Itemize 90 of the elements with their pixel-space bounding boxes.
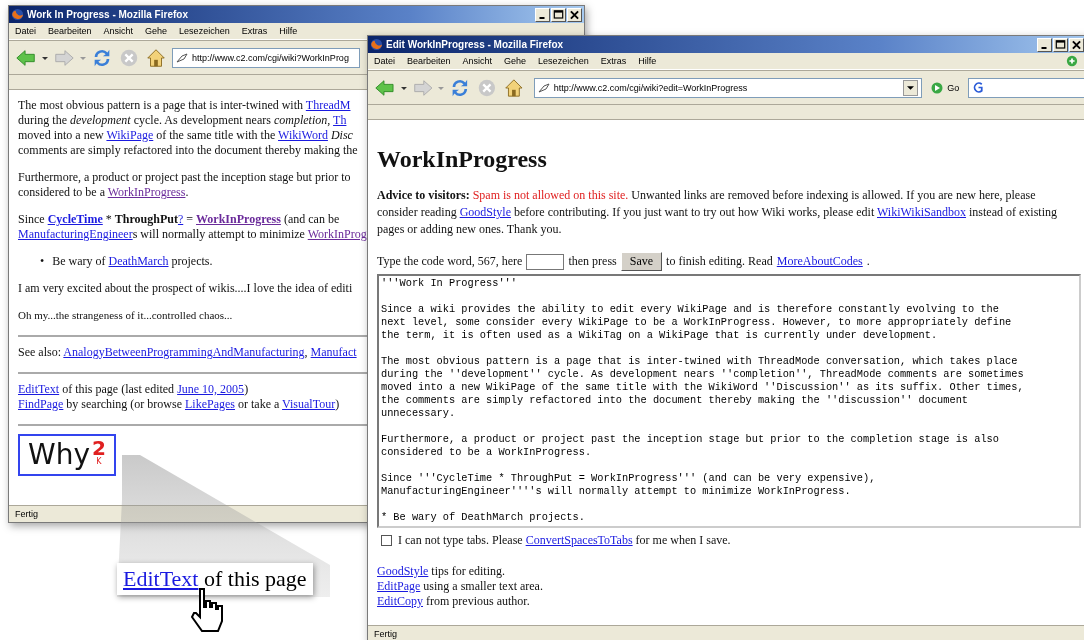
status-text: Fertig [15, 509, 38, 519]
maximize-icon [552, 8, 565, 21]
home-icon[interactable] [502, 76, 525, 99]
close-button[interactable] [567, 7, 582, 22]
menu-item[interactable]: Lesezeichen [179, 26, 230, 36]
link[interactable]: ? [177, 212, 184, 226]
link[interactable]: EditText [18, 382, 60, 396]
link[interactable]: WikiWord [278, 128, 328, 142]
link[interactable]: GoodStyle [459, 205, 511, 219]
menu-item[interactable]: Lesezeichen [538, 56, 589, 66]
close-icon [1070, 38, 1083, 51]
label-text: then press [568, 254, 617, 269]
minimize-icon [1041, 46, 1047, 49]
link[interactable]: EditText [123, 566, 199, 591]
paragraph: Since CycleTime * ThroughPut? = WorkInProgress (and can be ManufacturingEngineers will normally attempt to minimize WorkInProg [18, 212, 367, 242]
go-button[interactable]: Go [927, 81, 964, 94]
minimize-button[interactable] [535, 7, 550, 22]
label-text: to finish editing. Read [666, 254, 773, 269]
link[interactable]: Manufact [310, 345, 357, 359]
search-field[interactable] [968, 77, 1084, 98]
menu-item[interactable]: Extras [600, 56, 627, 66]
link[interactable]: ThreadM [305, 98, 351, 112]
link[interactable]: Th [333, 113, 347, 127]
paragraph: Oh my...the strangeness of it...controlled chaos... [18, 308, 233, 323]
text-area[interactable]: '''Work In Progress''' Since a wiki provides the ability to edit every WikiPage and is therefore constantly evolving to the next level, some consider every WikiPage to be a WorkInProgress. However, to more appropriately define the term, it is often used as a WikiTag on a WikiPage that is currently under development. The most obvious pattern is a page that is inter-twined with ThreadMode conversation, which takes place during the ''development'' cycle. As development nears ''completion'', ThreadMode comments are sometimes moved into a new WikiPage of the same title with the WikiWord ''Discussion'' as its suffix. Other times, the comments are simply refactored into the document thereby making the ''discussion'' document unnecessary. Furthermore, a product or project past the inception stage but prior to the completion stage is also considered to be a WorkInProgress. Since '''CycleTime * ThroughPut = WorkInProgress''' (and can be very expensive), ManufacturingEngineer''''s will normally attempt to minimize WorkInProgress. * Be wary of DeathMarch projects. [377, 274, 1081, 528]
paragraph: I am very excited about the prospect of wikis....I love the idea of editi [18, 281, 353, 296]
link[interactable]: WorkInProgress [196, 212, 281, 226]
paragraph: Furthermore, a product or project past the inception stage but prior to considered to be a WorkInProgress. [18, 170, 351, 200]
plus-icon [1066, 55, 1078, 67]
link[interactable]: EditCopy [377, 594, 423, 608]
link[interactable]: DeathMarch [108, 254, 169, 268]
close-button[interactable] [1069, 37, 1084, 52]
link[interactable]: ConvertSpacesToTabs [525, 533, 633, 547]
minimize-icon [539, 16, 545, 19]
maximize-button[interactable] [551, 7, 566, 22]
save-button[interactable]: Save [620, 252, 663, 271]
menu-item[interactable]: Hilfe [638, 56, 657, 66]
maximize-button[interactable] [1053, 37, 1068, 52]
list-item: Be wary of DeathMarch projects. [52, 254, 213, 269]
browser-logo-icon [370, 38, 383, 51]
menu-item[interactable]: Datei [374, 56, 395, 66]
callout-text: of this page [202, 566, 307, 591]
link[interactable]: WikiPage [106, 128, 154, 142]
address-field[interactable]: http://www.c2.com/cgi/wiki?edit=WorkInProgress [533, 77, 923, 98]
menu-item[interactable]: Hilfe [279, 26, 298, 36]
link[interactable]: MoreAboutCodes [776, 254, 863, 269]
page-heading: WorkInProgress [377, 146, 548, 173]
link[interactable]: AnalogyBetweenProgrammingAndManufacturing [63, 345, 305, 359]
caret-icon[interactable] [907, 84, 915, 91]
menu-item[interactable]: Bearbeiten [407, 56, 451, 66]
search-engine-icon [972, 81, 986, 94]
menu-item[interactable]: Extras [241, 26, 268, 36]
link[interactable]: WorkInProg [307, 227, 367, 241]
maximize-icon [1054, 38, 1067, 51]
menu-item[interactable]: Ansicht [103, 26, 134, 36]
paragraph: EditText of this page (last edited June 10, 2005) FindPage by searching (or browse LikePages or take a VisualTour) [18, 382, 340, 412]
label-text: . [866, 254, 870, 269]
input-field[interactable] [526, 253, 565, 270]
link[interactable]: GoodStyle [377, 564, 429, 578]
label-text: Type the code word, 567, here [377, 254, 523, 269]
link[interactable]: ManufacturingEngineer [18, 227, 133, 241]
link[interactable]: WikiWikiSandbox [877, 205, 967, 219]
link[interactable]: VisualTour [282, 397, 336, 411]
link[interactable]: CycleTime [47, 212, 103, 226]
link[interactable]: LikePages [185, 397, 235, 411]
paragraph: The most obvious pattern is a page that is inter-twined with ThreadM during the development cycle. As development nears completion, Th moved into a new WikiPage of the same title with the WikiWord Disc comments are simply refactored into the document thereby making the [18, 98, 358, 158]
menu-item[interactable]: Gehe [145, 26, 168, 36]
menu-item[interactable]: Datei [15, 26, 36, 36]
window-title: Work In Progress - Mozilla Firefox [27, 9, 189, 20]
link[interactable]: EditPage [377, 579, 421, 593]
menu-item[interactable]: Gehe [504, 56, 527, 66]
link[interactable]: FindPage [18, 397, 64, 411]
menu-item[interactable]: Ansicht [462, 56, 493, 66]
link[interactable]: June 10, 2005 [177, 382, 245, 396]
close-icon [568, 8, 581, 21]
window-title: Edit WorkInProgress - Mozilla Firefox [386, 39, 565, 50]
bullet: • [40, 254, 45, 270]
checkbox[interactable] [381, 535, 392, 546]
status-text: Fertig [374, 629, 397, 639]
browser-logo-icon [11, 8, 24, 21]
home-icon[interactable] [145, 46, 167, 69]
checkbox-label: I can not type tabs. Please ConvertSpacesToTabs for me when I save. [398, 533, 731, 548]
play-icon [931, 81, 944, 94]
paragraph: See also: AnalogyBetweenProgrammingAndManufacturing, Manufact [18, 345, 357, 360]
caret-icon[interactable] [42, 54, 48, 61]
minimize-button[interactable] [1037, 37, 1052, 52]
paragraph: GoodStyle tips for editing. EditPage using a smaller text area. EditCopy from previous author. [377, 564, 543, 609]
address-field[interactable]: http://www.c2.com/cgi/wiki?WorkInProg [172, 47, 360, 68]
menu-item[interactable]: Bearbeiten [48, 26, 92, 36]
paragraph: Advice to visitors: Spam is not allowed on this site. Unwanted links are removed before indexing is allowed. If you are new here, please consider reading GoodStyle before contributing. If you just want to try out how Wiki works, please edit WikiWikiSandbox instead of existing pages or adding new ones. Thank you. [377, 187, 1058, 238]
